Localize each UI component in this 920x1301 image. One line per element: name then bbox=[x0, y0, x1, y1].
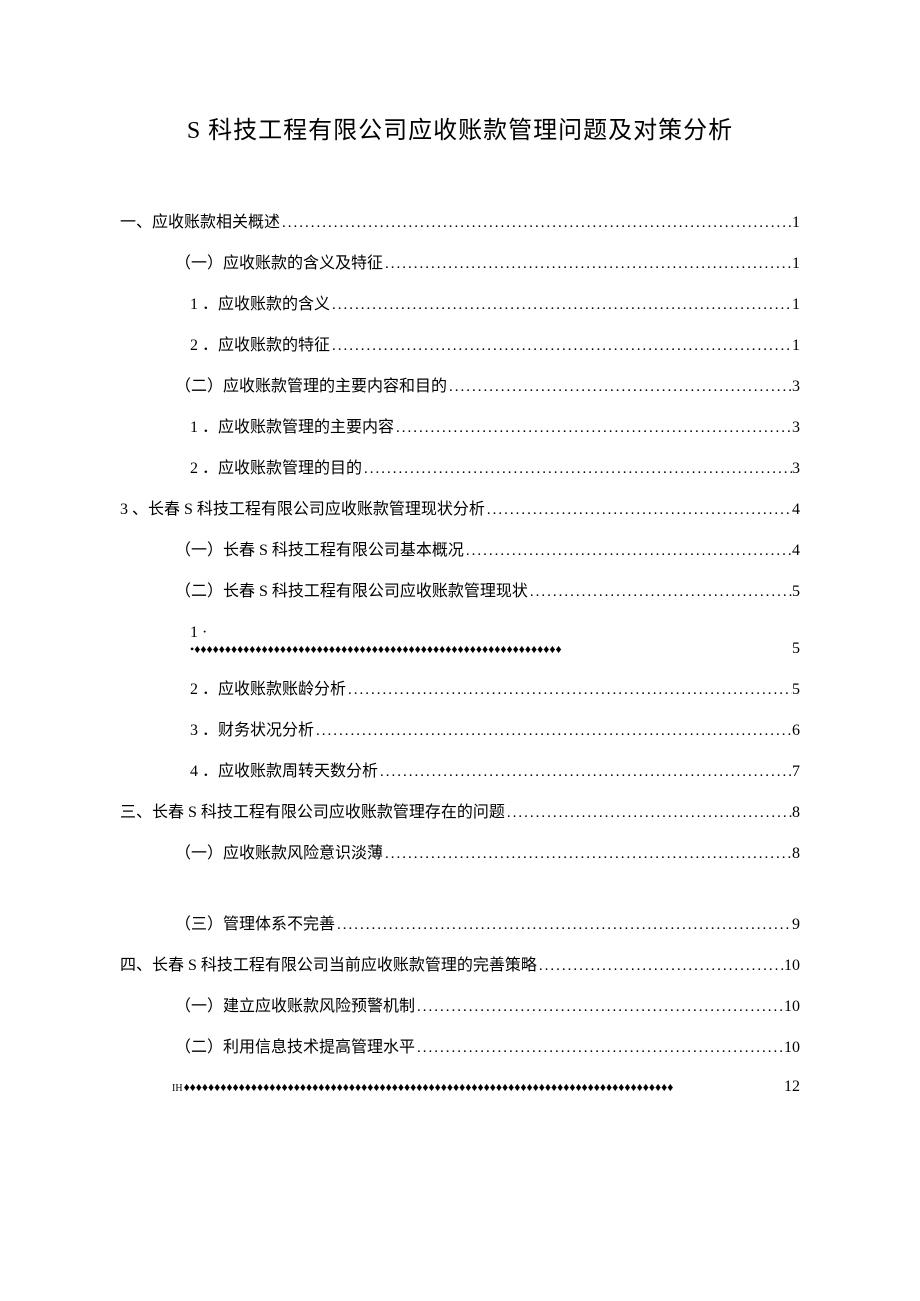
toc-entry-page: 8 bbox=[792, 805, 800, 821]
toc-leader-dots bbox=[362, 462, 792, 477]
toc-leader-dots bbox=[383, 257, 792, 272]
toc-entry-page: 3 bbox=[792, 379, 800, 395]
toc-entry-label: （一）建立应收账款风险预警机制 bbox=[175, 999, 415, 1015]
toc-entry-page: 6 bbox=[792, 723, 800, 739]
toc-entry-page: 10 bbox=[784, 1040, 800, 1056]
toc-entry: 1 · bbox=[120, 625, 800, 641]
toc-leader-dots bbox=[394, 421, 792, 436]
toc-entry: 一、应收账款相关概述 1 bbox=[120, 215, 800, 231]
toc-entry: 3 ．财务状况分析 6 bbox=[120, 723, 800, 739]
toc-leader-dots bbox=[528, 585, 792, 600]
toc-leader-dots bbox=[447, 380, 792, 395]
toc-entry: （三）管理体系不完善 9 bbox=[120, 917, 800, 933]
toc-leader-dots bbox=[415, 1041, 784, 1056]
toc-entry-page: 1 bbox=[792, 338, 800, 354]
toc-entry-label: 3 、长春 S 科技工程有限公司应收账款管理现状分析 bbox=[120, 502, 485, 518]
toc-leader-dots bbox=[464, 544, 792, 559]
toc-entry-label: 1 ．应收账款管理的主要内容 bbox=[190, 420, 394, 436]
toc-entry-label: 四、长春 S 科技工程有限公司当前应收账款管理的完善策略 bbox=[120, 958, 537, 974]
toc-entry: 2 ．应收账款账龄分析 5 bbox=[120, 682, 800, 698]
diamond-fill-icon: ♦♦♦♦♦♦♦♦♦♦♦♦♦♦♦♦♦♦♦♦♦♦♦♦♦♦♦♦♦♦♦♦♦♦♦♦♦♦♦♦… bbox=[184, 1081, 784, 1093]
toc-leader-dots bbox=[314, 724, 792, 739]
toc-diamond-leader: •♦♦♦♦♦♦♦♦♦♦♦♦♦♦♦♦♦♦♦♦♦♦♦♦♦♦♦♦♦♦♦♦♦♦♦♦♦♦♦… bbox=[190, 641, 800, 657]
toc-leader-dots bbox=[485, 503, 792, 518]
toc-diamond-leader: IH♦♦♦♦♦♦♦♦♦♦♦♦♦♦♦♦♦♦♦♦♦♦♦♦♦♦♦♦♦♦♦♦♦♦♦♦♦♦… bbox=[172, 1079, 800, 1095]
toc-entry-page: 7 bbox=[792, 764, 800, 780]
toc-entry-label: 1 ．应收账款的含义 bbox=[190, 297, 330, 313]
toc-entry: （一）建立应收账款风险预警机制 10 bbox=[120, 999, 800, 1015]
toc-leader-dots bbox=[346, 683, 792, 698]
toc-entry-page: 1 bbox=[792, 297, 800, 313]
toc-entry: （一）应收账款风险意识淡薄 8 bbox=[120, 846, 800, 862]
toc-entry: （二）应收账款管理的主要内容和目的 3 bbox=[120, 379, 800, 395]
toc-entry-page: 5 bbox=[792, 584, 800, 600]
toc-entry-label: （一）应收账款风险意识淡薄 bbox=[175, 846, 383, 862]
toc-entry-label: 2 ．应收账款账龄分析 bbox=[190, 682, 346, 698]
toc-entry-label: 4 ．应收账款周转天数分析 bbox=[190, 764, 378, 780]
toc-entry-label: （二）利用信息技术提高管理水平 bbox=[175, 1040, 415, 1056]
toc-entry-page: 9 bbox=[792, 917, 800, 933]
toc-entry-label: 2 ．应收账款的特征 bbox=[190, 338, 330, 354]
toc-leader-dots bbox=[330, 298, 792, 313]
toc-entry-page: 10 bbox=[784, 999, 800, 1015]
toc-entry: 2 ．应收账款的特征 1 bbox=[120, 338, 800, 354]
toc-entry-label: 2 ．应收账款管理的目的 bbox=[190, 461, 362, 477]
toc-entry-page: 4 bbox=[792, 502, 800, 518]
toc-leader-dots bbox=[378, 765, 792, 780]
toc-leader-dots bbox=[330, 339, 792, 354]
toc-entry-page: 4 bbox=[792, 543, 800, 559]
document-title: S 科技工程有限公司应收账款管理问题及对策分析 bbox=[120, 110, 800, 145]
toc-entry-label: （一）长春 S 科技工程有限公司基本概况 bbox=[175, 543, 464, 559]
toc-entry-page: 3 bbox=[792, 461, 800, 477]
toc-entry-page: 10 bbox=[784, 958, 800, 974]
toc-entry-label: 三、长春 S 科技工程有限公司应收账款管理存在的问题 bbox=[120, 805, 505, 821]
toc-entry: （一）长春 S 科技工程有限公司基本概况 4 bbox=[120, 543, 800, 559]
toc-leader-dots bbox=[537, 959, 784, 974]
toc-leader-dots bbox=[505, 806, 792, 821]
toc-entry: 四、长春 S 科技工程有限公司当前应收账款管理的完善策略 10 bbox=[120, 958, 800, 974]
toc-entry-page: 1 bbox=[792, 215, 800, 231]
toc-entry-page: 3 bbox=[792, 420, 800, 436]
toc-entry-label: （二）应收账款管理的主要内容和目的 bbox=[175, 379, 447, 395]
toc-entry-label: （三）管理体系不完善 bbox=[175, 917, 335, 933]
toc-entry: （二）利用信息技术提高管理水平 10 bbox=[120, 1040, 800, 1056]
toc-entry-page: 1 bbox=[792, 256, 800, 272]
toc-entry-label: 一、应收账款相关概述 bbox=[120, 215, 280, 231]
toc-entry: 3 、长春 S 科技工程有限公司应收账款管理现状分析 4 bbox=[120, 502, 800, 518]
toc-entry-page: 5 bbox=[792, 682, 800, 698]
document-page: S 科技工程有限公司应收账款管理问题及对策分析 一、应收账款相关概述1（一）应收… bbox=[0, 0, 920, 1301]
table-of-contents: 一、应收账款相关概述1（一）应收账款的含义及特征11 ．应收账款的含义12 ．应… bbox=[120, 215, 800, 1095]
toc-entry: 1 ．应收账款的含义 1 bbox=[120, 297, 800, 313]
toc-entry-label: 1 · bbox=[190, 625, 207, 641]
toc-entry-label: （一）应收账款的含义及特征 bbox=[175, 256, 383, 272]
toc-entry-page: 5 bbox=[792, 641, 800, 657]
toc-leader-dots bbox=[335, 918, 792, 933]
toc-gap bbox=[120, 887, 800, 917]
toc-entry-label: 3 ．财务状况分析 bbox=[190, 723, 314, 739]
diamond-fill-icon: •♦♦♦♦♦♦♦♦♦♦♦♦♦♦♦♦♦♦♦♦♦♦♦♦♦♦♦♦♦♦♦♦♦♦♦♦♦♦♦… bbox=[190, 643, 562, 655]
toc-entry-label: （二）长春 S 科技工程有限公司应收账款管理现状 bbox=[175, 584, 528, 600]
toc-entry: （二）长春 S 科技工程有限公司应收账款管理现状 5 bbox=[120, 584, 800, 600]
toc-entry-page: 12 bbox=[784, 1079, 800, 1095]
toc-entry-label: IH bbox=[172, 1084, 183, 1094]
toc-leader-dots bbox=[280, 216, 792, 231]
toc-entry-page: 8 bbox=[792, 846, 800, 862]
toc-entry: 2 ．应收账款管理的目的 3 bbox=[120, 461, 800, 477]
toc-entry: 三、长春 S 科技工程有限公司应收账款管理存在的问题 8 bbox=[120, 805, 800, 821]
toc-entry: （一）应收账款的含义及特征 1 bbox=[120, 256, 800, 272]
toc-leader-dots bbox=[415, 1000, 784, 1015]
toc-leader-dots bbox=[383, 847, 792, 862]
toc-entry: 1 ．应收账款管理的主要内容 3 bbox=[120, 420, 800, 436]
toc-entry: 4 ．应收账款周转天数分析 7 bbox=[120, 764, 800, 780]
